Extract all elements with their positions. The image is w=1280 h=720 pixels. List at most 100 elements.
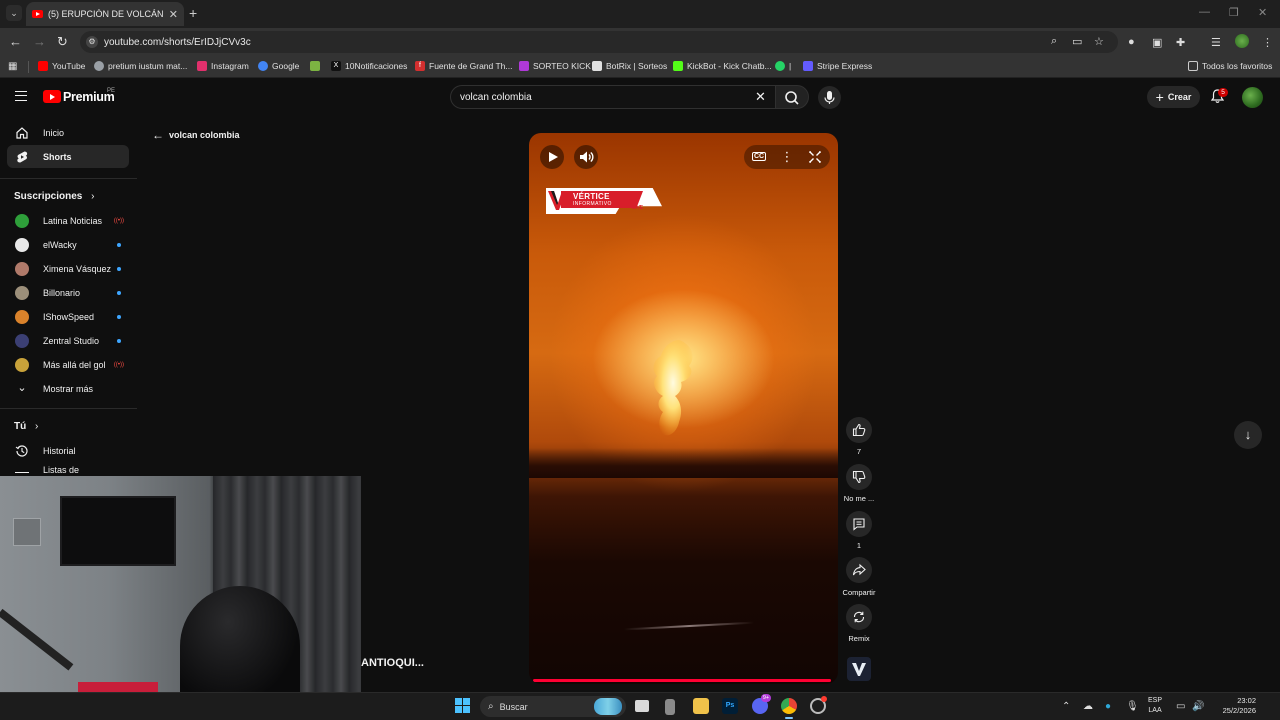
channel-thumbnail[interactable]: [847, 657, 871, 681]
you-heading[interactable]: Tú ›: [14, 421, 38, 432]
volume-tray-icon[interactable]: 🔊: [1192, 701, 1204, 712]
bookmark-star-icon[interactable]: ☆: [1094, 35, 1104, 48]
search-query-text: volcan colombia: [460, 91, 532, 103]
app-icon[interactable]: [665, 699, 675, 715]
bookmark-item[interactable]: f Fuente de Grand Th...: [415, 61, 512, 71]
bookmark-item[interactable]: Google: [258, 61, 299, 71]
subscription-item[interactable]: Latina Noticias ((•)): [7, 209, 129, 232]
subscription-item[interactable]: Billonario: [7, 281, 129, 304]
like-button[interactable]: [846, 417, 872, 443]
youtube-logo-icon[interactable]: [43, 90, 61, 103]
subscription-item[interactable]: Más allá del gol ((•)): [7, 353, 129, 376]
tab-search-button[interactable]: ⌄: [6, 5, 22, 21]
new-tab-button[interactable]: +: [189, 5, 197, 21]
task-view-icon[interactable]: [635, 700, 649, 712]
sidebar-item-inicio[interactable]: Inicio: [7, 121, 129, 144]
subscription-item[interactable]: Zentral Studio: [7, 329, 129, 352]
clear-search-icon[interactable]: ✕: [755, 89, 766, 105]
address-bar[interactable]: ⚙ youtube.com/shorts/ErIDJjCVv3c ⌕ ▭ ☆: [80, 31, 1118, 53]
webcam-red-light: [78, 682, 158, 692]
back-button[interactable]: ←: [9, 34, 22, 50]
next-short-button[interactable]: ↓: [1234, 421, 1262, 449]
bookmark-item[interactable]: |: [775, 61, 791, 71]
chrome-icon[interactable]: [781, 698, 797, 714]
account-avatar[interactable]: [1242, 87, 1263, 108]
file-explorer-icon[interactable]: [693, 698, 709, 714]
reading-list-icon[interactable]: ☰: [1211, 36, 1221, 49]
sidebar-divider: [0, 408, 137, 409]
short-title-caption[interactable]: ANTIOQUI...: [361, 657, 424, 669]
bookmark-item[interactable]: pretium iustum mat...: [94, 61, 187, 71]
create-button[interactable]: + Crear: [1147, 86, 1200, 108]
fullscreen-icon[interactable]: [803, 145, 827, 169]
bookmark-item[interactable]: KickBot - Kick Chatb...: [673, 61, 772, 71]
channel-avatar: [15, 285, 29, 300]
windows-taskbar: ⌕ Buscar Ps 9+ ⌃ ☁ ● 🎙 ESP LAA ▭ 🔊 23:02…: [0, 692, 1280, 720]
photoshop-icon[interactable]: Ps: [722, 698, 738, 714]
close-window-icon[interactable]: ✕: [1258, 6, 1267, 19]
mute-button[interactable]: [574, 145, 598, 169]
extension-icon[interactable]: ▣: [1152, 36, 1162, 49]
subscription-item[interactable]: elWacky: [7, 233, 129, 256]
bookmark-item[interactable]: SORTEO KICK: [519, 61, 591, 71]
windows-start-icon[interactable]: [455, 698, 471, 714]
bookmark-item[interactable]: BotRix | Sorteos: [592, 61, 667, 71]
share-button[interactable]: [846, 557, 872, 583]
bookmark-item[interactable]: [310, 61, 324, 71]
remix-button[interactable]: [846, 604, 872, 630]
apps-grid-icon[interactable]: ▦: [8, 61, 17, 72]
install-app-icon[interactable]: ▭: [1072, 35, 1082, 48]
minimize-icon[interactable]: —: [1199, 6, 1210, 18]
chrome-active-indicator: [785, 717, 793, 719]
subscription-item[interactable]: IShowSpeed: [7, 305, 129, 328]
reload-button[interactable]: ↻: [57, 34, 68, 50]
dislike-button[interactable]: [846, 464, 872, 490]
subscription-item[interactable]: Ximena Vásquez: [7, 257, 129, 280]
site-info-icon[interactable]: ⚙: [86, 36, 98, 48]
onedrive-icon[interactable]: ☁: [1083, 701, 1093, 712]
guide-menu-icon[interactable]: [15, 91, 27, 101]
browser-tab-active[interactable]: (5) ERUPCIÓN DE VOLCÁN DE ✕: [26, 2, 184, 26]
bookmarks-separator: [28, 61, 29, 73]
restore-icon[interactable]: ❐: [1229, 6, 1239, 19]
forward-button[interactable]: →: [33, 34, 46, 50]
back-to-search-link[interactable]: ← volcan colombia: [152, 128, 240, 142]
more-options-icon[interactable]: ⋮: [775, 145, 799, 169]
play-button[interactable]: [540, 145, 564, 169]
video-progress-bar[interactable]: [533, 679, 831, 682]
captions-icon[interactable]: CC: [747, 145, 771, 169]
profile-avatar-icon[interactable]: [1235, 34, 1249, 48]
bookmark-item[interactable]: YouTube: [38, 61, 85, 71]
back-link-label: volcan colombia: [169, 130, 240, 140]
play-icon: [549, 152, 558, 162]
network-icon[interactable]: ▭: [1176, 701, 1185, 712]
bookmark-item[interactable]: X 10Notificaciones: [331, 61, 407, 71]
sidebar-item-shorts[interactable]: Shorts: [7, 145, 129, 168]
comments-button[interactable]: [846, 511, 872, 537]
search-input[interactable]: volcan colombia: [450, 85, 775, 109]
webcam-overlay: [0, 476, 361, 692]
subscriptions-heading[interactable]: Suscripciones ›: [14, 191, 94, 202]
search-icon: [785, 91, 799, 105]
bookmark-item[interactable]: Instagram: [197, 61, 249, 71]
taskbar-search-box[interactable]: ⌕ Buscar: [480, 696, 626, 717]
bookmark-label: KickBot - Kick Chatb...: [687, 61, 772, 71]
browser-menu-icon[interactable]: ⋮: [1262, 36, 1273, 49]
taskbar-clock[interactable]: 23:02 25/2/2026: [1206, 696, 1256, 716]
input-language[interactable]: ESP LAA: [1148, 696, 1162, 716]
tray-chevron-up-icon[interactable]: ⌃: [1062, 701, 1070, 712]
webcam-mic-arm: [0, 608, 74, 671]
bookmark-item[interactable]: Stripe Express: [803, 61, 872, 71]
extensions-puzzle-icon[interactable]: ✚: [1176, 36, 1185, 49]
search-button[interactable]: [775, 85, 809, 109]
edge-tray-icon[interactable]: ●: [1105, 701, 1111, 712]
sidebar-item-historial[interactable]: Historial: [7, 439, 129, 462]
show-more-button[interactable]: ⌄ Mostrar más: [7, 377, 129, 400]
all-bookmarks-folder[interactable]: Todos los favoritos: [1188, 61, 1272, 71]
shorts-video-player[interactable]: CC ⋮ VÉRTICE INFORMATIVO LIVE: [529, 133, 838, 684]
extension-shield-icon[interactable]: ●: [1128, 36, 1135, 48]
zoom-icon[interactable]: ⌕: [1051, 35, 1057, 48]
voice-search-button[interactable]: [818, 86, 841, 109]
tab-close-icon[interactable]: ✕: [169, 8, 178, 21]
microphone-tray-icon[interactable]: 🎙: [1126, 701, 1139, 712]
